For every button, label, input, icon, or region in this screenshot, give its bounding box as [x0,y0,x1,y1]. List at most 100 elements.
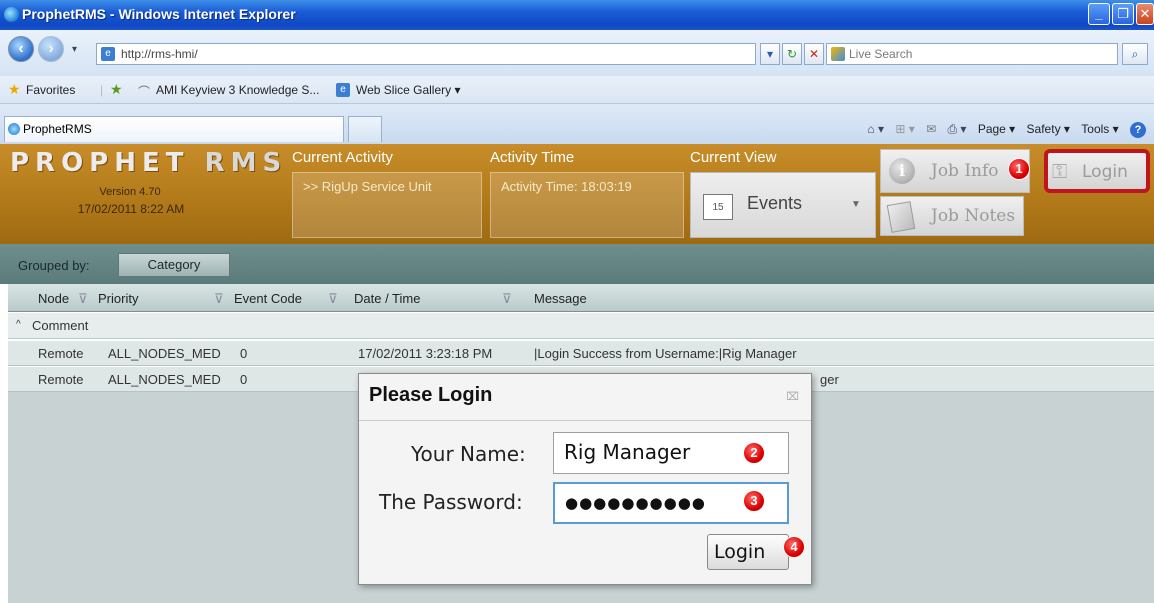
activity-time-value: Activity Time: 18:03:19 [490,172,684,238]
live-search-icon [831,47,845,61]
password-value: ●●●●●●●●●● [565,494,706,512]
event-table-header: Node ⊽ Priority ⊽ Event Code ⊽ Date / Ti… [8,284,1154,312]
divider [359,420,811,421]
job-info-label: Job Info [931,161,999,181]
name-label: Your Name: [411,442,526,466]
favorite-link-keyview[interactable]: AMI Keyview 3 Knowledge S... [156,83,319,97]
page-menu[interactable]: Page ▾ [978,122,1015,136]
tab-prophetrms[interactable]: ProphetRMS [4,116,344,142]
stop-button[interactable]: ✕ [804,43,824,65]
feeds-icon[interactable]: ⊞ ▾ [895,122,914,136]
cell-node: Remote [38,372,84,387]
current-view-value: Events [747,193,803,213]
tab-label: ProphetRMS [23,122,92,136]
current-activity-label: Current Activity [292,149,393,166]
cell-priority: ALL_NODES_MED [108,346,221,361]
calendar-icon: 15 [703,194,733,220]
mail-icon[interactable]: ✉ [926,122,936,136]
favorite-link-web-slice[interactable]: Web Slice Gallery ▾ [356,83,461,97]
step-badge-4: 4 [783,536,805,558]
favorites-button[interactable]: Favorites [26,83,75,97]
column-header-datetime[interactable]: Date / Time [354,291,420,306]
current-activity-value: >> RigUp Service Unit [292,172,482,238]
tools-menu[interactable]: Tools ▾ [1081,122,1118,136]
cell-event-code: 0 [240,372,248,387]
cell-node: Remote [38,346,84,361]
filter-icon[interactable]: ⊽ [214,291,224,307]
cell-event-code: 0 [240,346,248,361]
search-input[interactable]: Live Search [826,43,1118,65]
app-datetime: 17/02/2011 8:22 AM [77,202,185,216]
minimize-button[interactable]: _ [1088,3,1110,25]
close-button[interactable]: ✕ [1136,3,1154,25]
login-dialog: Please Login ⌧ Your Name: Rig Manager 2 … [358,373,812,585]
address-url: http://rms-hmi/ [121,47,198,61]
column-header-message[interactable]: Message [534,291,587,306]
column-header-node[interactable]: Node [38,291,69,306]
new-tab-button[interactable] [348,116,382,142]
key-icon: ⚿ [1052,159,1068,183]
separator: | [100,83,104,97]
column-header-priority[interactable]: Priority [98,291,138,306]
grouping-bar: Grouped by: Category [0,244,1154,284]
web-slice-icon: e [336,83,350,97]
print-icon[interactable]: ⎙ ▾ [948,122,967,136]
tab-bar: ProphetRMS ⌂ ▾ ⊞ ▾ ✉ ⎙ ▾ Page ▾ Safety ▾… [0,104,1154,144]
info-icon: i [889,158,915,184]
version-label: Version 4.70 [99,186,161,198]
star-icon: ★ [8,81,21,97]
group-label: Comment [32,318,89,333]
history-dropdown-icon[interactable]: ▾ [72,44,77,55]
dialog-close-icon[interactable]: ⌧ [786,390,799,403]
chevron-down-icon: ▼ [851,199,861,210]
dialog-title: Please Login [369,384,493,406]
job-notes-label: Job Notes [931,206,1016,226]
safety-menu[interactable]: Safety ▾ [1027,122,1070,136]
ie-icon [4,7,19,22]
favorites-bar: ★ Favorites | ★ ⌒ AMI Keyview 3 Knowledg… [0,76,1154,104]
command-bar: ⌂ ▾ ⊞ ▾ ✉ ⎙ ▾ Page ▾ Safety ▾ Tools ▾ ? [859,122,1146,140]
collapse-icon[interactable]: ^ [16,319,21,330]
address-input[interactable]: e http://rms-hmi/ [96,43,756,65]
filter-icon[interactable]: ⊽ [328,291,338,307]
search-placeholder: Live Search [849,47,913,61]
cell-message: |Login Success from Username:|Rig Manage… [534,346,797,361]
search-button[interactable]: ⌕ [1122,43,1148,65]
page-icon: e [101,47,115,61]
address-dropdown-button[interactable]: ▾ [760,43,780,65]
window-title: ProphetRMS - Windows Internet Explorer [22,6,296,22]
maximize-button[interactable]: ❐ [1112,3,1134,25]
job-notes-button[interactable]: Job Notes [880,196,1024,236]
address-toolbar: ‹ › ▾ e http://rms-hmi/ ▾ ↻ ✕ Live Searc… [0,30,1154,76]
filter-icon[interactable]: ⊽ [502,291,512,307]
current-view-select[interactable]: 15 Events ▼ [690,172,876,238]
filter-icon[interactable]: ⊽ [78,291,88,307]
home-icon[interactable]: ⌂ ▾ [867,122,884,136]
step-badge-3: 3 [743,490,765,512]
app-header: PROPHET RMS Version 4.70 17/02/2011 8:22… [0,144,1154,244]
cell-message: ger [820,372,839,387]
help-icon[interactable]: ? [1130,122,1146,138]
back-button[interactable]: ‹ [8,36,34,62]
forward-button[interactable]: › [38,36,64,62]
header-login-button[interactable]: ⚿ Login [1044,149,1150,193]
prophet-logo: PROPHET RMS [10,148,288,178]
notes-icon [886,201,916,233]
group-category-chip[interactable]: Category [118,253,230,277]
table-row[interactable]: Remote ALL_NODES_MED 0 17/02/2011 3:23:1… [8,341,1154,366]
activity-time-label: Activity Time [490,149,575,166]
step-badge-1: 1 [1008,158,1030,180]
name-value: Rig Manager [564,440,691,464]
keyview-icon: ⌒ [138,85,151,99]
ie-tab-icon [8,123,20,135]
header-login-label: Login [1082,162,1128,182]
cell-datetime: 17/02/2011 3:23:18 PM [358,346,493,361]
login-button[interactable]: Login [707,534,789,570]
group-row-comment[interactable]: ^ Comment [8,313,1154,339]
column-header-event-code[interactable]: Event Code [234,291,302,306]
cell-priority: ALL_NODES_MED [108,372,221,387]
refresh-button[interactable]: ↻ [782,43,802,65]
login-button-label: Login [714,541,766,563]
current-view-label: Current View [690,149,777,166]
add-favorite-icon[interactable]: ★ [110,81,123,98]
